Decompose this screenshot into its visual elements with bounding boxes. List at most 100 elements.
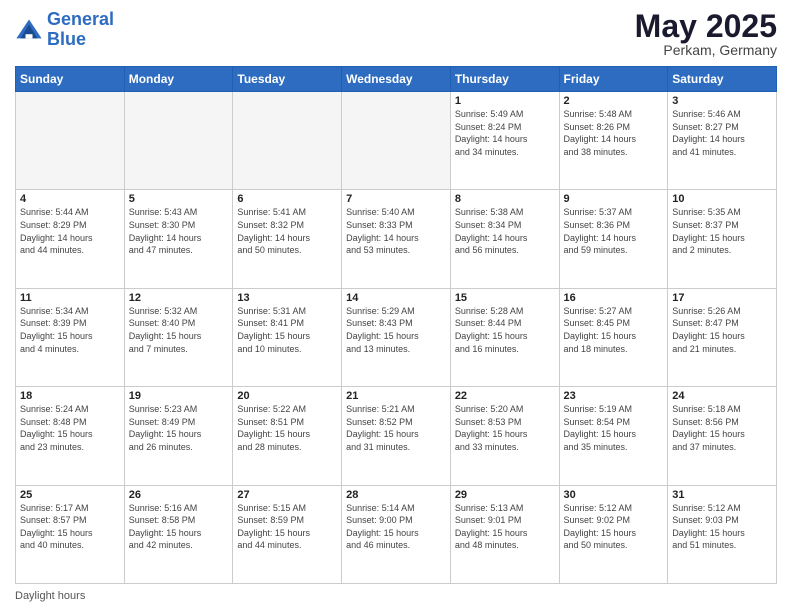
- day-info: Sunrise: 5:41 AM Sunset: 8:32 PM Dayligh…: [237, 206, 337, 256]
- day-number: 24: [672, 390, 772, 402]
- day-info: Sunrise: 5:32 AM Sunset: 8:40 PM Dayligh…: [129, 305, 229, 355]
- day-number: 27: [237, 489, 337, 501]
- calendar-week-4: 25Sunrise: 5:17 AM Sunset: 8:57 PM Dayli…: [16, 485, 777, 583]
- calendar-cell: 20Sunrise: 5:22 AM Sunset: 8:51 PM Dayli…: [233, 387, 342, 485]
- day-number: 26: [129, 489, 229, 501]
- calendar-cell: 30Sunrise: 5:12 AM Sunset: 9:02 PM Dayli…: [559, 485, 668, 583]
- calendar-cell: 19Sunrise: 5:23 AM Sunset: 8:49 PM Dayli…: [124, 387, 233, 485]
- calendar-cell: 7Sunrise: 5:40 AM Sunset: 8:33 PM Daylig…: [342, 190, 451, 288]
- calendar-cell: 8Sunrise: 5:38 AM Sunset: 8:34 PM Daylig…: [450, 190, 559, 288]
- page: General Blue May 2025 Perkam, Germany Su…: [0, 0, 792, 612]
- calendar-week-3: 18Sunrise: 5:24 AM Sunset: 8:48 PM Dayli…: [16, 387, 777, 485]
- day-number: 22: [455, 390, 555, 402]
- day-info: Sunrise: 5:29 AM Sunset: 8:43 PM Dayligh…: [346, 305, 446, 355]
- calendar-cell: 3Sunrise: 5:46 AM Sunset: 8:27 PM Daylig…: [668, 92, 777, 190]
- day-number: 18: [20, 390, 120, 402]
- calendar-cell: 9Sunrise: 5:37 AM Sunset: 8:36 PM Daylig…: [559, 190, 668, 288]
- day-info: Sunrise: 5:43 AM Sunset: 8:30 PM Dayligh…: [129, 206, 229, 256]
- day-info: Sunrise: 5:19 AM Sunset: 8:54 PM Dayligh…: [564, 403, 664, 453]
- location: Perkam, Germany: [635, 42, 777, 58]
- day-info: Sunrise: 5:17 AM Sunset: 8:57 PM Dayligh…: [20, 502, 120, 552]
- calendar-header-saturday: Saturday: [668, 67, 777, 92]
- calendar-cell: [124, 92, 233, 190]
- footer: Daylight hours: [15, 590, 777, 602]
- calendar-header-monday: Monday: [124, 67, 233, 92]
- day-number: 17: [672, 292, 772, 304]
- day-info: Sunrise: 5:16 AM Sunset: 8:58 PM Dayligh…: [129, 502, 229, 552]
- day-info: Sunrise: 5:12 AM Sunset: 9:02 PM Dayligh…: [564, 502, 664, 552]
- day-info: Sunrise: 5:13 AM Sunset: 9:01 PM Dayligh…: [455, 502, 555, 552]
- calendar-cell: 5Sunrise: 5:43 AM Sunset: 8:30 PM Daylig…: [124, 190, 233, 288]
- calendar-cell: [233, 92, 342, 190]
- logo-line1: General: [47, 9, 114, 29]
- day-number: 23: [564, 390, 664, 402]
- logo-icon: [15, 16, 43, 44]
- day-number: 30: [564, 489, 664, 501]
- day-info: Sunrise: 5:38 AM Sunset: 8:34 PM Dayligh…: [455, 206, 555, 256]
- logo: General Blue: [15, 10, 114, 50]
- day-number: 12: [129, 292, 229, 304]
- day-info: Sunrise: 5:35 AM Sunset: 8:37 PM Dayligh…: [672, 206, 772, 256]
- day-info: Sunrise: 5:37 AM Sunset: 8:36 PM Dayligh…: [564, 206, 664, 256]
- calendar-header-thursday: Thursday: [450, 67, 559, 92]
- logo-line2: Blue: [47, 29, 86, 49]
- day-number: 19: [129, 390, 229, 402]
- calendar-cell: [16, 92, 125, 190]
- day-info: Sunrise: 5:14 AM Sunset: 9:00 PM Dayligh…: [346, 502, 446, 552]
- daylight-label: Daylight hours: [15, 590, 85, 602]
- calendar-cell: 11Sunrise: 5:34 AM Sunset: 8:39 PM Dayli…: [16, 288, 125, 386]
- day-number: 5: [129, 193, 229, 205]
- day-number: 8: [455, 193, 555, 205]
- day-number: 13: [237, 292, 337, 304]
- calendar-week-2: 11Sunrise: 5:34 AM Sunset: 8:39 PM Dayli…: [16, 288, 777, 386]
- calendar-header-wednesday: Wednesday: [342, 67, 451, 92]
- calendar-cell: 31Sunrise: 5:12 AM Sunset: 9:03 PM Dayli…: [668, 485, 777, 583]
- day-number: 9: [564, 193, 664, 205]
- day-info: Sunrise: 5:22 AM Sunset: 8:51 PM Dayligh…: [237, 403, 337, 453]
- day-number: 11: [20, 292, 120, 304]
- day-info: Sunrise: 5:44 AM Sunset: 8:29 PM Dayligh…: [20, 206, 120, 256]
- day-info: Sunrise: 5:40 AM Sunset: 8:33 PM Dayligh…: [346, 206, 446, 256]
- calendar-header-friday: Friday: [559, 67, 668, 92]
- calendar-cell: 28Sunrise: 5:14 AM Sunset: 9:00 PM Dayli…: [342, 485, 451, 583]
- day-info: Sunrise: 5:21 AM Sunset: 8:52 PM Dayligh…: [346, 403, 446, 453]
- day-number: 25: [20, 489, 120, 501]
- day-info: Sunrise: 5:18 AM Sunset: 8:56 PM Dayligh…: [672, 403, 772, 453]
- calendar-table: SundayMondayTuesdayWednesdayThursdayFrid…: [15, 66, 777, 584]
- day-info: Sunrise: 5:34 AM Sunset: 8:39 PM Dayligh…: [20, 305, 120, 355]
- day-number: 1: [455, 95, 555, 107]
- day-number: 16: [564, 292, 664, 304]
- day-info: Sunrise: 5:46 AM Sunset: 8:27 PM Dayligh…: [672, 108, 772, 158]
- calendar-cell: 10Sunrise: 5:35 AM Sunset: 8:37 PM Dayli…: [668, 190, 777, 288]
- day-info: Sunrise: 5:23 AM Sunset: 8:49 PM Dayligh…: [129, 403, 229, 453]
- day-number: 6: [237, 193, 337, 205]
- calendar-cell: 21Sunrise: 5:21 AM Sunset: 8:52 PM Dayli…: [342, 387, 451, 485]
- calendar-cell: 22Sunrise: 5:20 AM Sunset: 8:53 PM Dayli…: [450, 387, 559, 485]
- calendar-cell: 2Sunrise: 5:48 AM Sunset: 8:26 PM Daylig…: [559, 92, 668, 190]
- calendar-cell: 16Sunrise: 5:27 AM Sunset: 8:45 PM Dayli…: [559, 288, 668, 386]
- calendar-cell: 4Sunrise: 5:44 AM Sunset: 8:29 PM Daylig…: [16, 190, 125, 288]
- calendar-cell: 18Sunrise: 5:24 AM Sunset: 8:48 PM Dayli…: [16, 387, 125, 485]
- calendar-week-1: 4Sunrise: 5:44 AM Sunset: 8:29 PM Daylig…: [16, 190, 777, 288]
- calendar-cell: 23Sunrise: 5:19 AM Sunset: 8:54 PM Dayli…: [559, 387, 668, 485]
- calendar-header-row: SundayMondayTuesdayWednesdayThursdayFrid…: [16, 67, 777, 92]
- title-block: May 2025 Perkam, Germany: [635, 10, 777, 58]
- calendar-header-tuesday: Tuesday: [233, 67, 342, 92]
- day-number: 20: [237, 390, 337, 402]
- calendar-header-sunday: Sunday: [16, 67, 125, 92]
- day-number: 4: [20, 193, 120, 205]
- calendar-cell: 15Sunrise: 5:28 AM Sunset: 8:44 PM Dayli…: [450, 288, 559, 386]
- month-title: May 2025: [635, 10, 777, 42]
- calendar-cell: 26Sunrise: 5:16 AM Sunset: 8:58 PM Dayli…: [124, 485, 233, 583]
- day-info: Sunrise: 5:27 AM Sunset: 8:45 PM Dayligh…: [564, 305, 664, 355]
- day-number: 29: [455, 489, 555, 501]
- calendar-cell: 12Sunrise: 5:32 AM Sunset: 8:40 PM Dayli…: [124, 288, 233, 386]
- calendar-week-0: 1Sunrise: 5:49 AM Sunset: 8:24 PM Daylig…: [16, 92, 777, 190]
- day-number: 7: [346, 193, 446, 205]
- calendar-cell: [342, 92, 451, 190]
- day-number: 21: [346, 390, 446, 402]
- day-info: Sunrise: 5:26 AM Sunset: 8:47 PM Dayligh…: [672, 305, 772, 355]
- day-info: Sunrise: 5:49 AM Sunset: 8:24 PM Dayligh…: [455, 108, 555, 158]
- calendar-cell: 24Sunrise: 5:18 AM Sunset: 8:56 PM Dayli…: [668, 387, 777, 485]
- day-info: Sunrise: 5:31 AM Sunset: 8:41 PM Dayligh…: [237, 305, 337, 355]
